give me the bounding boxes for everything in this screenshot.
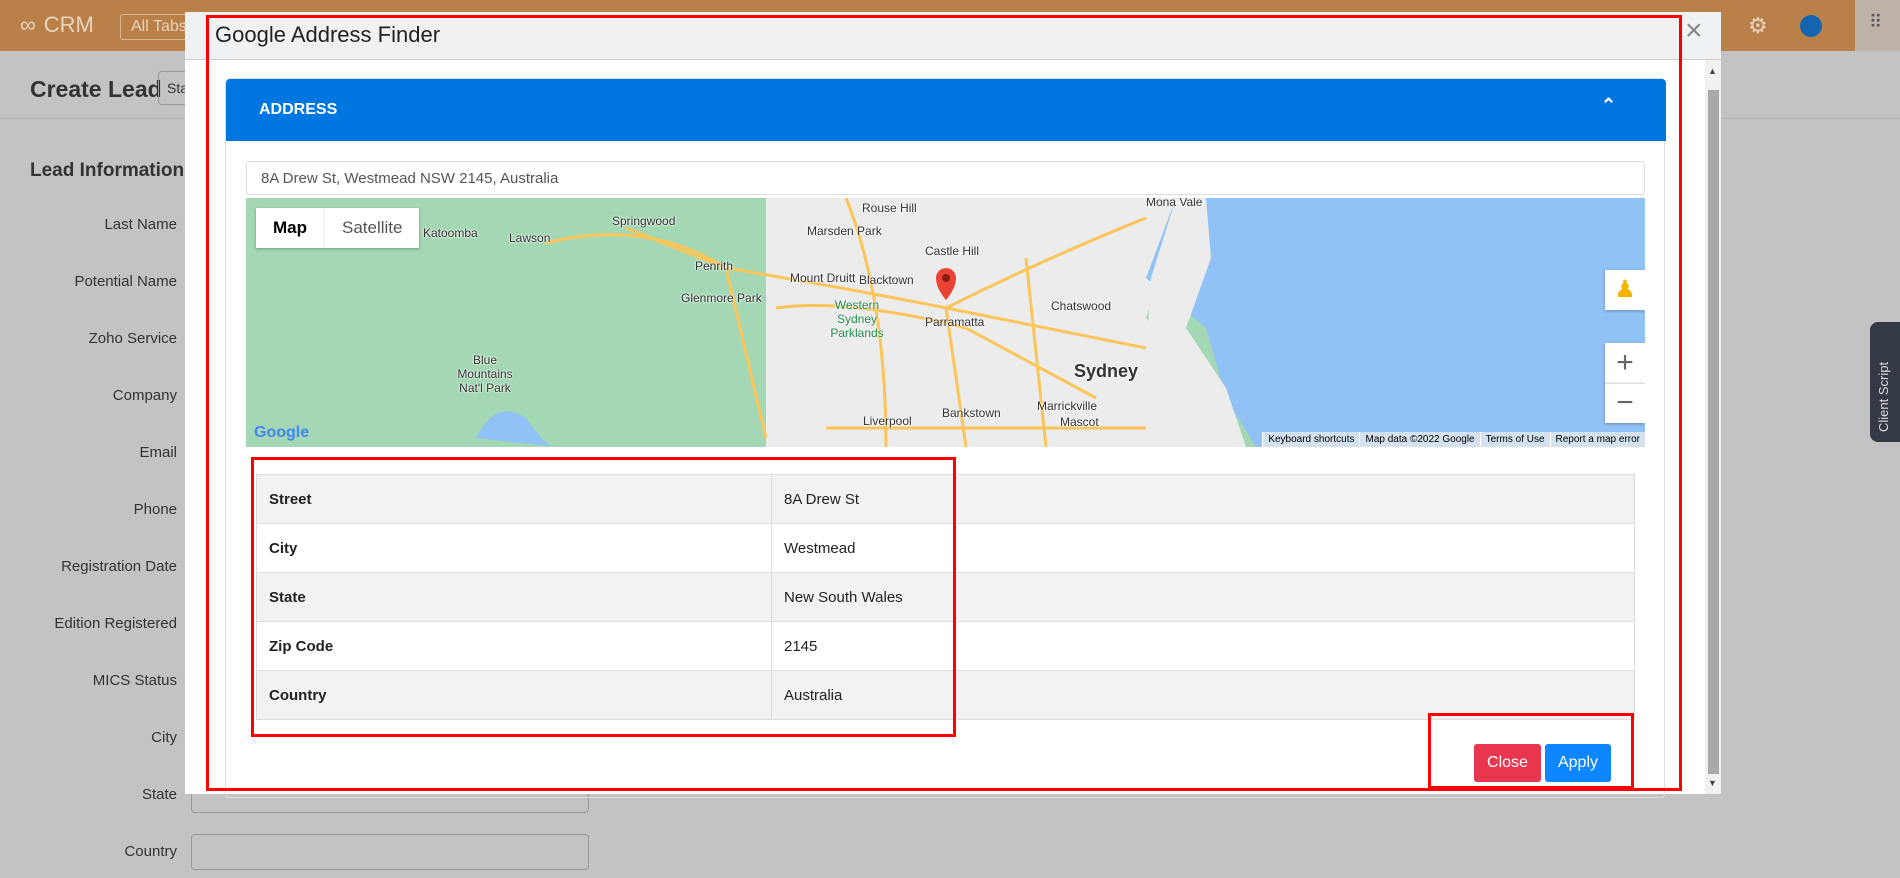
crm-logo-icon: ∞ xyxy=(20,12,36,37)
field-label: City xyxy=(151,729,177,746)
field-input-country[interactable] xyxy=(191,834,589,870)
client-script-tab[interactable]: Client Script xyxy=(1870,322,1900,442)
apps-grid-icon[interactable]: ⠿ xyxy=(1855,0,1900,51)
field-label: Last Name xyxy=(104,216,177,233)
avatar[interactable] xyxy=(1800,15,1822,37)
section-title: Lead Information xyxy=(30,160,185,181)
field-label: Edition Registered xyxy=(54,615,177,632)
field-label: MICS Status xyxy=(92,672,177,689)
settings-icon[interactable]: ⚙ xyxy=(1748,13,1768,39)
crm-logo[interactable]: ∞ CRM xyxy=(20,12,94,38)
close-icon[interactable]: × xyxy=(1685,14,1703,48)
modal-scrollbar[interactable]: ▲ ▼ xyxy=(1705,60,1721,794)
address-finder-modal: Google Address Finder × ▲ ▼ ADDRESS ⌃ 8A… xyxy=(185,12,1721,798)
field-label: Phone xyxy=(133,501,177,518)
close-button[interactable]: Close xyxy=(1474,744,1541,782)
field-label: Country xyxy=(124,843,177,860)
apply-button[interactable]: Apply xyxy=(1545,744,1611,782)
field-label: Registration Date xyxy=(61,558,177,575)
highlight-table xyxy=(251,457,956,737)
field-label: Company xyxy=(112,387,177,404)
field-label: Potential Name xyxy=(74,273,177,290)
field-label: Zoho Service xyxy=(88,330,177,347)
field-label: Email xyxy=(139,444,177,461)
field-label: State xyxy=(141,786,177,803)
page-title: Create Lead xyxy=(30,76,162,102)
